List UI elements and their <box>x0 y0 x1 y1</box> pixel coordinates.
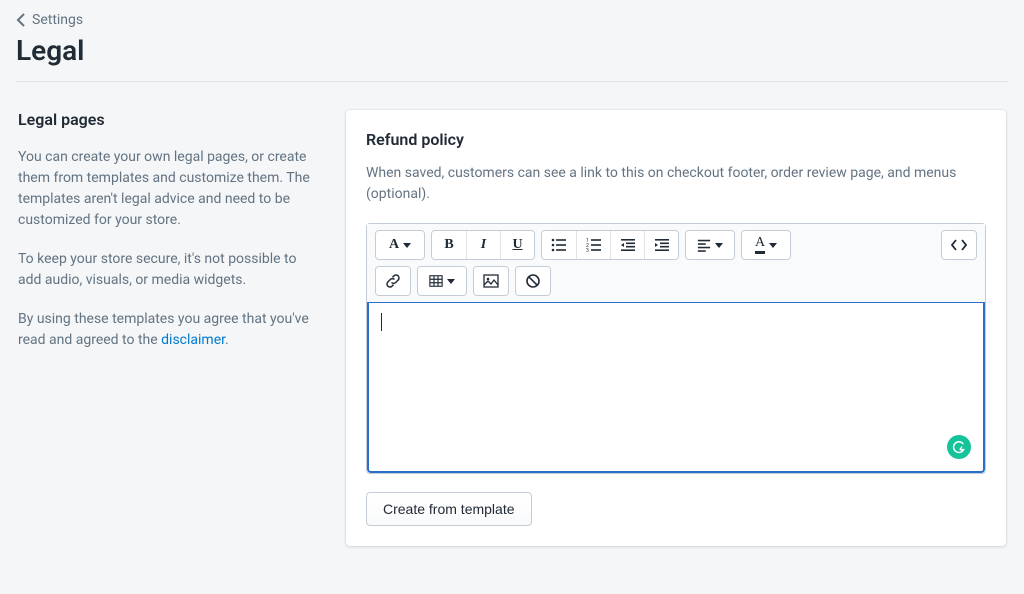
align-dropdown[interactable] <box>686 231 734 259</box>
outdent-button[interactable] <box>610 231 644 259</box>
card-description: When saved, customers can see a link to … <box>366 163 986 205</box>
heading-letter-icon: A <box>389 237 399 253</box>
table-dropdown[interactable] <box>418 267 466 295</box>
ordered-list-button[interactable]: 123 <box>576 231 610 259</box>
grammarly-badge-icon[interactable] <box>947 435 971 459</box>
align-left-icon <box>697 237 711 253</box>
link-button[interactable] <box>376 267 410 295</box>
divider <box>16 81 1008 82</box>
html-view-button[interactable] <box>942 231 976 259</box>
svg-text:3: 3 <box>586 248 589 253</box>
image-button[interactable] <box>474 267 508 295</box>
sidebar-heading: Legal pages <box>18 110 314 129</box>
caret-down-icon <box>715 243 723 248</box>
indent-icon <box>654 237 670 253</box>
underline-button[interactable]: U <box>500 231 534 259</box>
refund-policy-card: Refund policy When saved, customers can … <box>346 110 1006 546</box>
editor-toolbar: A B I U <box>367 224 985 303</box>
image-icon <box>483 273 499 289</box>
sidebar-paragraph-2: To keep your store secure, it's not poss… <box>18 249 314 291</box>
underline-icon: U <box>512 237 522 253</box>
disclaimer-link[interactable]: disclaimer <box>161 332 225 348</box>
caret-down-icon <box>447 279 455 284</box>
bold-icon: B <box>444 237 453 253</box>
bold-button[interactable]: B <box>432 231 466 259</box>
card-title: Refund policy <box>366 130 986 149</box>
table-icon <box>429 273 443 289</box>
sidebar-paragraph-1: You can create your own legal pages, or … <box>18 147 314 231</box>
bullet-list-icon <box>551 237 567 253</box>
caret-down-icon <box>403 243 411 248</box>
outdent-icon <box>620 237 636 253</box>
text-color-icon: A <box>755 236 765 254</box>
text-cursor <box>381 313 382 331</box>
ordered-list-icon: 123 <box>586 237 602 253</box>
italic-button[interactable]: I <box>466 231 500 259</box>
bullet-list-button[interactable] <box>542 231 576 259</box>
text-color-dropdown[interactable]: A <box>742 231 790 259</box>
chevron-left-icon <box>16 13 26 27</box>
link-icon <box>385 273 401 289</box>
no-entry-icon <box>525 273 541 289</box>
editor-textarea[interactable] <box>367 303 985 473</box>
indent-button[interactable] <box>644 231 678 259</box>
sidebar-paragraph-3: By using these templates you agree that … <box>18 309 314 351</box>
page-title: Legal <box>16 34 1008 67</box>
breadcrumb-back[interactable]: Settings <box>16 12 1008 28</box>
italic-icon: I <box>481 237 486 253</box>
heading-style-dropdown[interactable]: A <box>376 231 424 259</box>
rich-text-editor: A B I U <box>366 223 986 474</box>
breadcrumb-label: Settings <box>32 12 83 28</box>
code-icon <box>951 237 967 253</box>
sidebar: Legal pages You can create your own lega… <box>18 110 314 546</box>
create-from-template-button[interactable]: Create from template <box>366 492 532 526</box>
clear-formatting-button[interactable] <box>516 267 550 295</box>
caret-down-icon <box>769 243 777 248</box>
